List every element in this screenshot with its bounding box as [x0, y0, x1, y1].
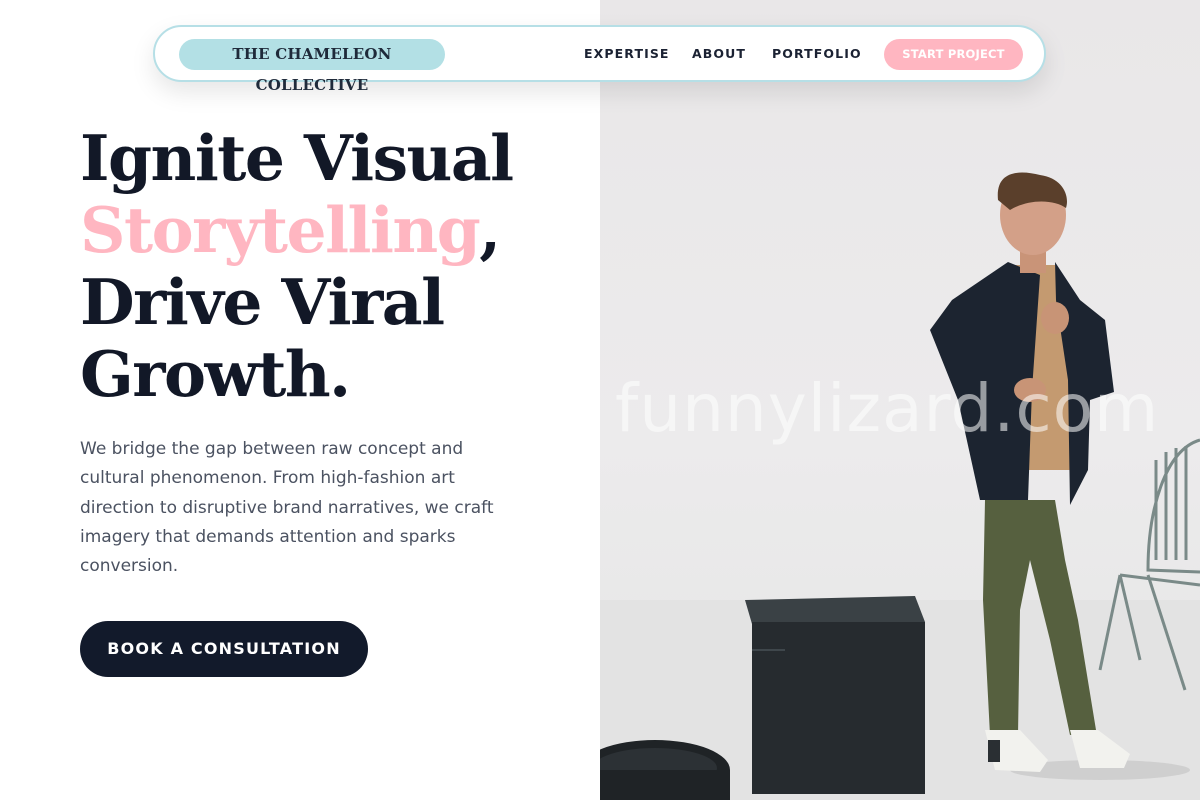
hero-headline: Ignite Visual Storytelling, Drive Viral …	[80, 122, 580, 410]
brand-logo[interactable]: THE CHAMELEON COLLECTIVE	[179, 39, 445, 94]
headline-line-4: Growth.	[80, 337, 351, 411]
book-consultation-button[interactable]: BOOK A CONSULTATION	[80, 621, 368, 677]
headline-accent-word: Storytelling	[80, 193, 481, 267]
headline-comma: ,	[479, 193, 501, 267]
headline-line-3: Drive Viral	[80, 265, 445, 339]
nav-link-expertise[interactable]: EXPERTISE	[584, 27, 670, 80]
top-navigation: THE CHAMELEON COLLECTIVE EXPERTISE ABOUT…	[153, 25, 1046, 94]
hero-description: We bridge the gap between raw concept an…	[80, 439, 494, 577]
watermark-text: funnylizard.com	[615, 370, 1160, 447]
headline-line-1: Ignite Visual	[80, 121, 514, 195]
nav-link-about[interactable]: ABOUT	[692, 27, 746, 80]
nav-link-portfolio[interactable]: PORTFOLIO	[772, 27, 862, 80]
start-project-button[interactable]: START PROJECT	[884, 39, 1023, 70]
headline-line-2: Storytelling,	[80, 194, 580, 266]
